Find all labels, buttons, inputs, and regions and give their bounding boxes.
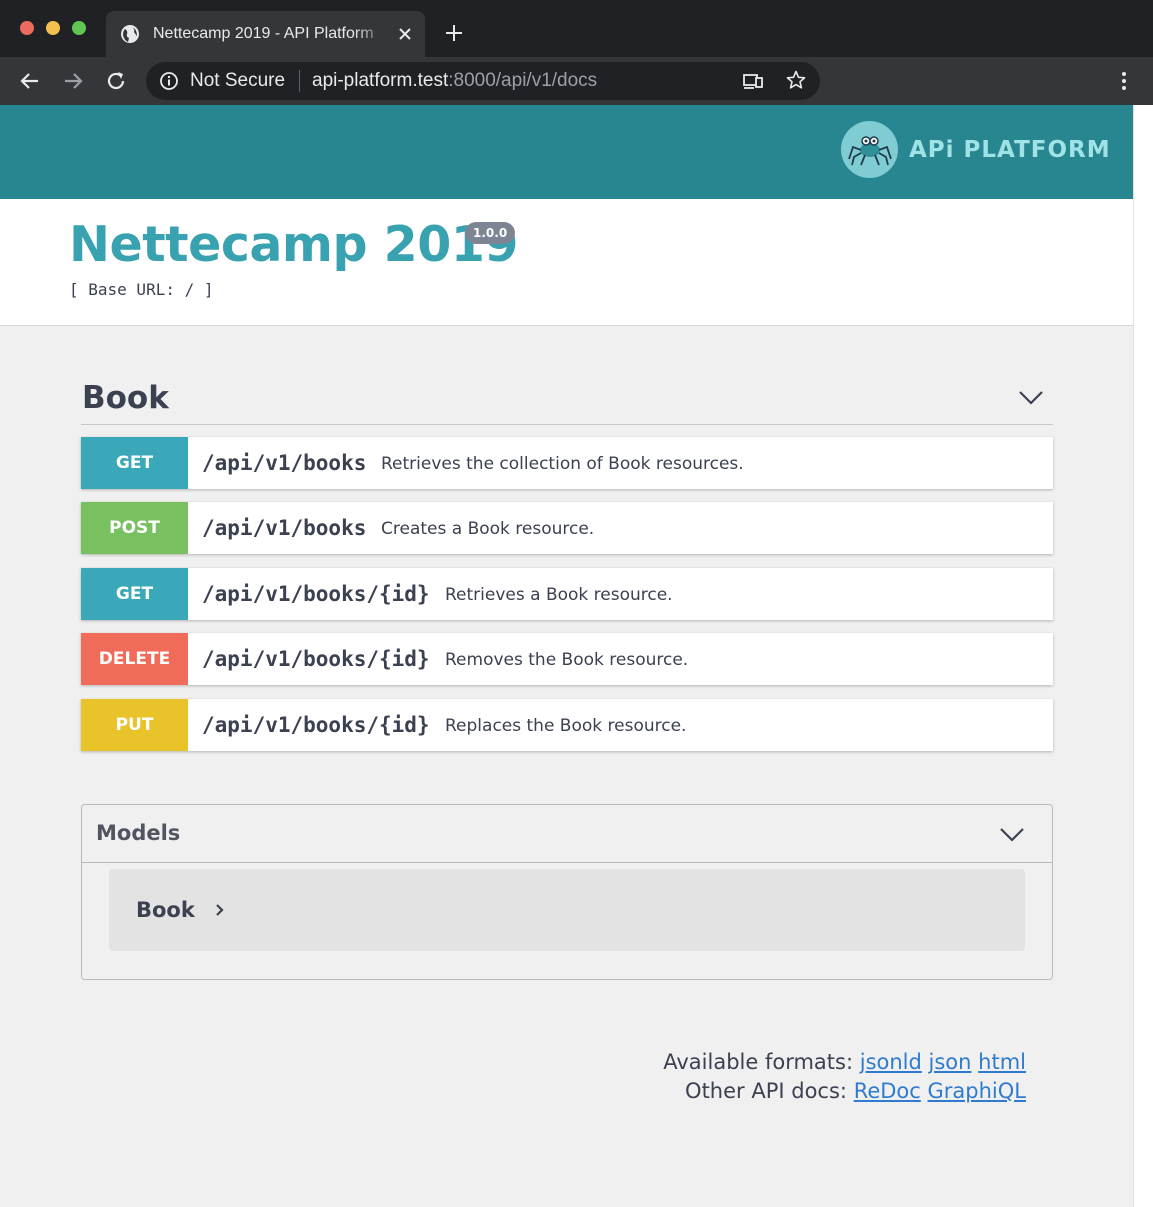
operation-description: Retrieves the collection of Book resourc… (381, 454, 744, 474)
tab-title: Nettecamp 2019 - API Platform (153, 25, 374, 42)
models-header[interactable]: Models (82, 805, 1052, 863)
api-platform-logo-text[interactable]: APi PLATFORM (909, 135, 1111, 165)
models-panel: Models Book (81, 804, 1053, 980)
reload-icon[interactable] (104, 69, 128, 93)
chevron-down-icon[interactable] (998, 820, 1026, 848)
formats-footer: Available formats: jsonld json html Othe… (663, 1048, 1026, 1106)
format-link-json[interactable]: json (929, 1050, 972, 1074)
docs-link-graphiql[interactable]: GraphiQL (928, 1079, 1026, 1103)
url-path: :8000/api/v1/docs (448, 70, 598, 91)
url-host: api-platform.test (312, 70, 449, 91)
scrollbar-track[interactable] (1133, 105, 1153, 1207)
close-tab-icon[interactable] (396, 25, 414, 43)
operation-post-books[interactable]: POST /api/v1/books Creates a Book resour… (81, 502, 1053, 554)
operation-get-books[interactable]: GET /api/v1/books Retrieves the collecti… (81, 437, 1053, 489)
address-bar[interactable]: Not Secure api-platform.test:8000/api/v1… (146, 62, 820, 100)
chevron-right-icon[interactable] (212, 902, 228, 918)
available-formats-line: Available formats: jsonld json html (663, 1048, 1026, 1077)
operation-description: Retrieves a Book resource. (445, 585, 673, 605)
method-badge: DELETE (81, 633, 188, 685)
model-book-row[interactable]: Book (109, 869, 1025, 951)
method-badge: PUT (81, 699, 188, 751)
operation-description: Creates a Book resource. (381, 519, 595, 539)
method-badge: GET (81, 568, 188, 620)
formats-label: Available formats: (663, 1050, 854, 1074)
section-title: Book (82, 380, 169, 416)
operation-description: Replaces the Book resource. (445, 716, 687, 736)
api-platform-header: APi PLATFORM (0, 105, 1133, 199)
operation-path: /api/v1/books/{id} (202, 582, 430, 606)
browser-tab[interactable]: Nettecamp 2019 - API Platform (106, 11, 425, 57)
page-title: Nettecamp 2019 (69, 216, 519, 273)
operation-path: /api/v1/books/{id} (202, 713, 430, 737)
operation-delete-book[interactable]: DELETE /api/v1/books/{id} Removes the Bo… (81, 633, 1053, 685)
version-badge: 1.0.0 (465, 222, 516, 244)
url-text[interactable]: api-platform.test:8000/api/v1/docs (312, 71, 597, 91)
forward-arrow-icon[interactable] (61, 69, 85, 93)
page-viewport: APi PLATFORM Nettecamp 2019 1.0.0 [ Base… (0, 105, 1133, 1207)
close-window-button[interactable] (20, 21, 34, 35)
spider-logo-icon[interactable] (841, 121, 898, 178)
operation-path: /api/v1/books/{id} (202, 647, 430, 671)
format-link-jsonld[interactable]: jsonld (860, 1050, 922, 1074)
operation-description: Removes the Book resource. (445, 650, 689, 670)
book-section-header[interactable]: Book (81, 368, 1053, 425)
operation-get-book[interactable]: GET /api/v1/books/{id} Retrieves a Book … (81, 568, 1053, 620)
back-arrow-icon[interactable] (18, 69, 42, 93)
api-info: Nettecamp 2019 1.0.0 [ Base URL: / ] (0, 199, 1133, 326)
browser-toolbar: Not Secure api-platform.test:8000/api/v1… (0, 57, 1153, 105)
method-badge: POST (81, 502, 188, 554)
bookmark-star-icon[interactable] (785, 69, 807, 91)
model-name: Book (136, 898, 195, 922)
method-badge: GET (81, 437, 188, 489)
maximize-window-button[interactable] (72, 21, 86, 35)
minimize-window-button[interactable] (46, 21, 60, 35)
info-icon[interactable] (159, 71, 179, 91)
docs-link-redoc[interactable]: ReDoc (854, 1079, 921, 1103)
browser-window: Nettecamp 2019 - API Platform Not Secure… (0, 0, 1153, 1207)
install-app-icon[interactable] (742, 70, 764, 92)
new-tab-icon[interactable] (443, 22, 465, 44)
operation-path: /api/v1/books (202, 516, 367, 540)
chevron-down-icon[interactable] (1017, 383, 1045, 411)
browser-titlebar: Nettecamp 2019 - API Platform (0, 0, 1153, 57)
globe-icon (120, 24, 140, 44)
browser-menu-icon[interactable] (1112, 69, 1136, 93)
other-docs-line: Other API docs: ReDoc GraphiQL (663, 1077, 1026, 1106)
omnibox-divider (299, 70, 300, 92)
security-label: Not Secure (190, 70, 286, 91)
docs-label: Other API docs: (685, 1079, 847, 1103)
format-link-html[interactable]: html (978, 1050, 1026, 1074)
operation-path: /api/v1/books (202, 451, 367, 475)
base-url: [ Base URL: / ] (69, 280, 214, 299)
models-title: Models (96, 821, 181, 845)
operation-put-book[interactable]: PUT /api/v1/books/{id} Replaces the Book… (81, 699, 1053, 751)
